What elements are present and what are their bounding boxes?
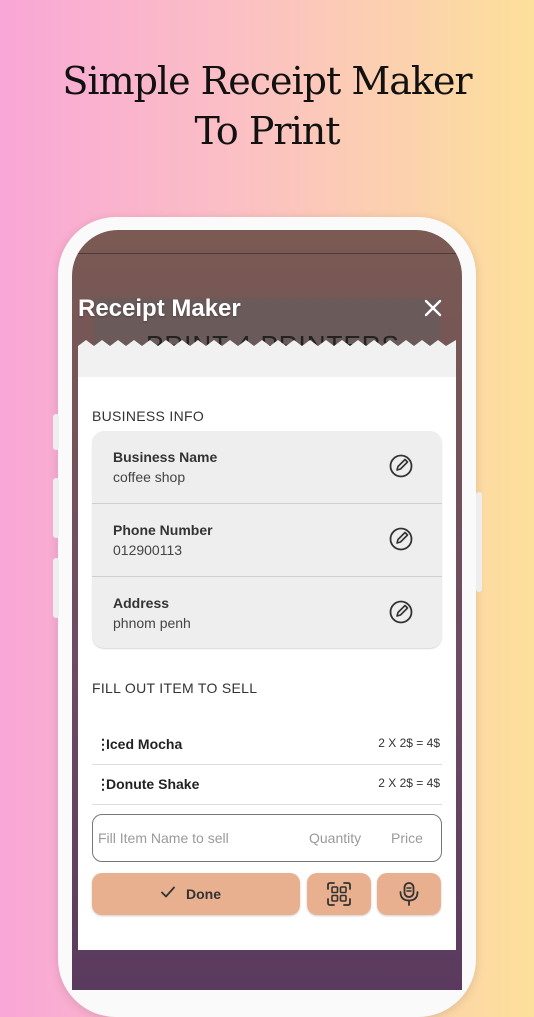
- item-total: 2 X 2$ = 4$: [378, 776, 440, 790]
- address-label: Address: [113, 595, 170, 611]
- business-name-label: Business Name: [113, 449, 218, 465]
- drag-handle-icon[interactable]: ⋮: [96, 776, 110, 793]
- item-name-wrap: ⋮Donute Shake: [96, 776, 199, 793]
- done-label: Done: [186, 886, 221, 902]
- zigzag-edge-bottom: [78, 340, 456, 352]
- edit-icon[interactable]: [388, 599, 414, 625]
- list-item[interactable]: ⋮Iced Mocha 2 X 2$ = 4$: [92, 724, 442, 765]
- close-icon[interactable]: [421, 296, 445, 320]
- microphone-icon: [399, 882, 419, 906]
- promo-headline-line1: Simple Receipt Maker: [62, 59, 472, 103]
- check-icon: [161, 886, 175, 898]
- edit-icon[interactable]: [388, 526, 414, 552]
- phone-number-row[interactable]: Phone Number 012900113: [92, 503, 442, 576]
- edit-icon[interactable]: [388, 453, 414, 479]
- item-total: 2 X 2$ = 4$: [378, 736, 440, 750]
- item-entry-field[interactable]: Fill Item Name to sell Quantity Price: [92, 814, 442, 862]
- promo-headline-line2: To Print: [194, 109, 341, 153]
- business-name-row[interactable]: Business Name coffee shop: [92, 431, 442, 503]
- item-name-wrap: ⋮Iced Mocha: [96, 736, 182, 753]
- phone-number-value: 012900113: [113, 542, 183, 558]
- item-name: Donute Shake: [106, 776, 200, 792]
- status-bar-divider: [72, 253, 462, 254]
- phone-side-button: [476, 492, 482, 592]
- business-info-card: Business Name coffee shop Phone Number 0…: [92, 431, 442, 648]
- scan-button[interactable]: [307, 873, 371, 915]
- phone-side-button: [53, 478, 59, 538]
- phone-number-label: Phone Number: [113, 522, 213, 538]
- app-title: Receipt Maker: [78, 295, 241, 322]
- list-item[interactable]: ⋮Donute Shake 2 X 2$ = 4$: [92, 764, 442, 805]
- address-value: phnom penh: [113, 615, 191, 631]
- address-row[interactable]: Address phnom penh: [92, 576, 442, 648]
- phone-side-button: [53, 558, 59, 618]
- sheet-top-band: [78, 350, 456, 377]
- business-info-label: BUSINESS INFO: [92, 408, 205, 424]
- qr-scan-icon: [327, 882, 351, 906]
- items-section-label: FILL OUT ITEM TO SELL: [92, 680, 258, 696]
- item-name-input[interactable]: Fill Item Name to sell: [98, 830, 229, 846]
- price-input[interactable]: Price: [391, 830, 423, 846]
- done-button[interactable]: Done: [92, 873, 300, 915]
- promo-headline: Simple Receipt Maker To Print: [0, 56, 534, 156]
- voice-button[interactable]: [377, 873, 441, 915]
- drag-handle-icon[interactable]: ⋮: [96, 736, 110, 753]
- item-name: Iced Mocha: [106, 736, 183, 752]
- phone-side-button: [53, 414, 59, 450]
- business-name-value: coffee shop: [113, 469, 186, 485]
- quantity-input[interactable]: Quantity: [309, 830, 361, 846]
